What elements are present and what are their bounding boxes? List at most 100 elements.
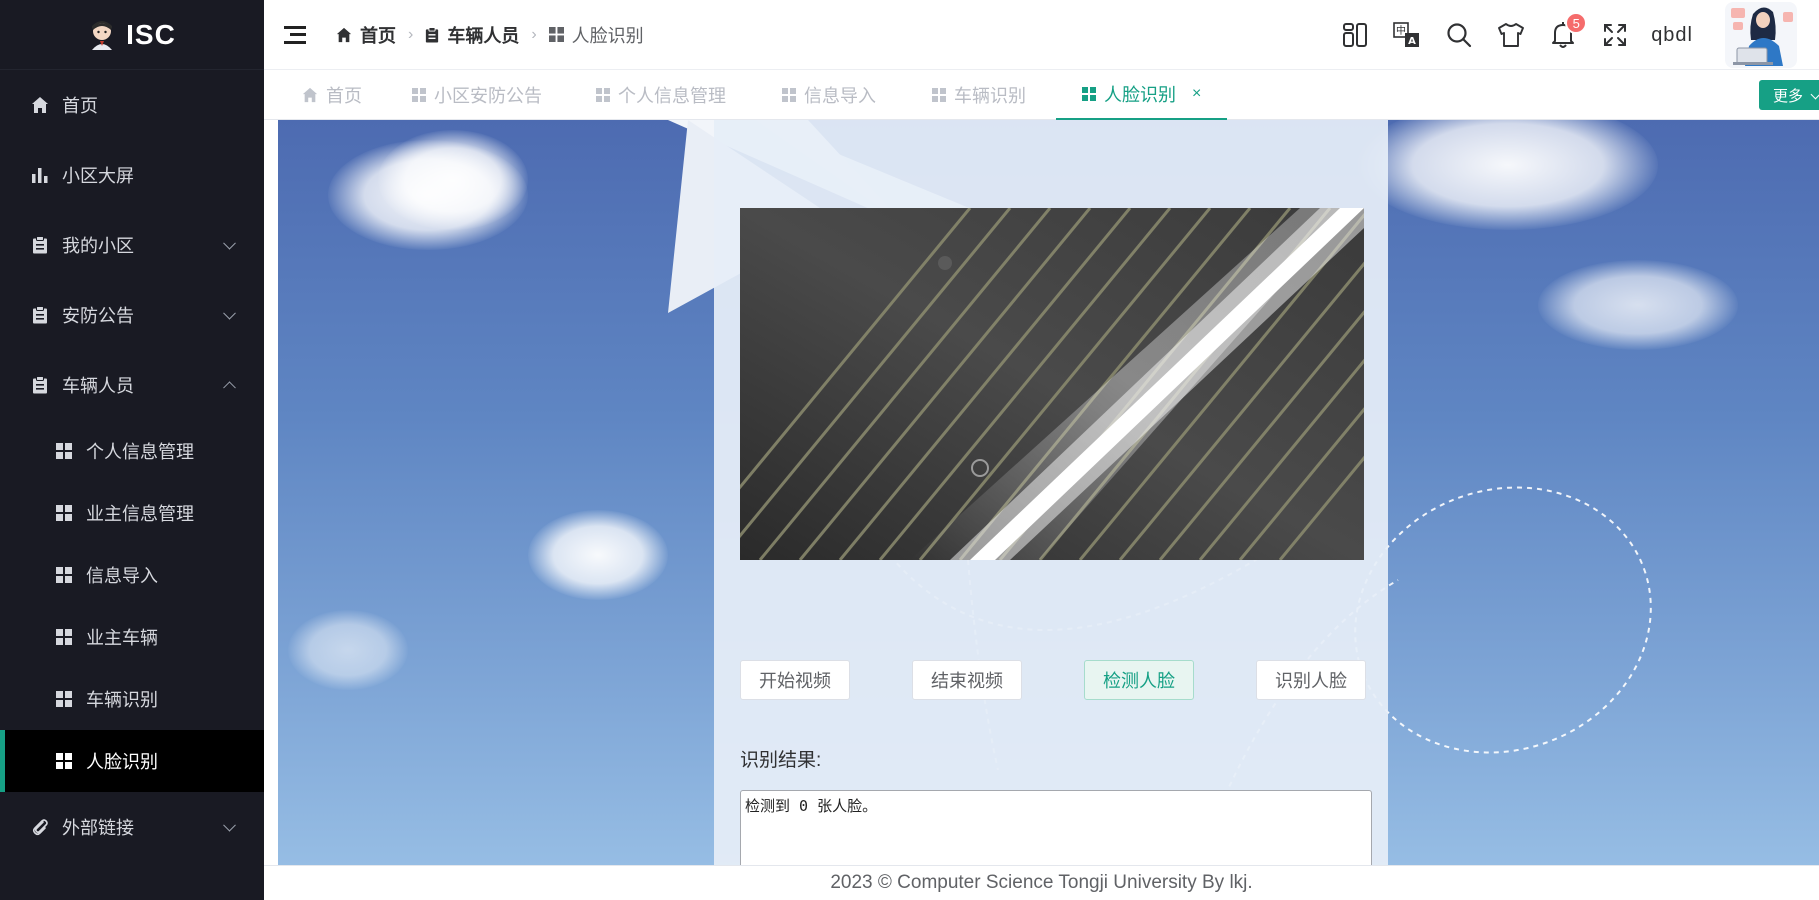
- language-icon[interactable]: 中A: [1381, 0, 1433, 70]
- sidebar-item-label: 首页: [62, 96, 98, 116]
- result-textarea[interactable]: 检测到 0 张人脸。: [740, 790, 1372, 865]
- camera-preview-image: [740, 208, 1364, 560]
- sidebar-item-dashboard[interactable]: 小区大屏: [0, 140, 264, 210]
- grid-icon: [782, 88, 796, 102]
- tab-label: 信息导入: [804, 86, 876, 106]
- grid-icon: [412, 88, 426, 102]
- recognize-face-button[interactable]: 识别人脸: [1256, 660, 1366, 700]
- sidebar-subitem-label: 个人信息管理: [86, 442, 194, 462]
- home-icon: [302, 87, 318, 103]
- tab-label: 个人信息管理: [618, 86, 726, 106]
- result-label: 识别结果:: [740, 750, 822, 771]
- sidebar-item-label: 外部链接: [62, 818, 134, 838]
- chevron-down-icon: [223, 818, 236, 832]
- sidebar-subitem-label: 人脸识别: [86, 752, 158, 772]
- clipboard-icon: [30, 305, 50, 325]
- top-header: 首页 › 车辆人员 › 人脸识别 中A 5 qbdl: [264, 0, 1819, 70]
- username[interactable]: qbdl: [1651, 24, 1693, 47]
- grid-icon: [56, 629, 72, 645]
- clipboard-icon: [30, 375, 50, 395]
- fullscreen-icon[interactable]: [1589, 0, 1641, 70]
- sidebar-item-my-community[interactable]: 我的小区: [0, 210, 264, 280]
- svg-text:A: A: [1408, 36, 1416, 47]
- clipboard-icon: [426, 26, 439, 42]
- sidebar-item-external-links[interactable]: 外部链接: [0, 792, 264, 862]
- sidebar-subitem-label: 业主车辆: [86, 628, 158, 648]
- main-content: 开始视频 结束视频 检测人脸 识别人脸 识别结果: 检测到 0 张人脸。: [278, 120, 1819, 865]
- tab-label: 小区安防公告: [434, 86, 542, 106]
- home-icon: [336, 27, 352, 42]
- tab-info-import[interactable]: 信息导入: [782, 70, 876, 120]
- tab-security-notice[interactable]: 小区安防公告: [412, 70, 542, 120]
- chevron-right-icon: ›: [408, 25, 414, 43]
- sidebar-subitem-label: 车辆识别: [86, 690, 158, 710]
- tab-label: 人脸识别: [1104, 85, 1176, 105]
- tab-personal-info[interactable]: 个人信息管理: [596, 70, 726, 120]
- bar-chart-icon: [30, 165, 50, 185]
- stop-video-button[interactable]: 结束视频: [912, 660, 1022, 700]
- chevron-right-icon: ›: [531, 25, 537, 43]
- logo-avatar-icon: [88, 20, 116, 50]
- sidebar-item-home[interactable]: 首页: [0, 70, 264, 140]
- cloud-decoration: [528, 510, 668, 600]
- menu-toggle-icon[interactable]: [284, 25, 306, 44]
- search-icon[interactable]: [1433, 0, 1485, 70]
- sidebar-item-vehicles-people[interactable]: 车辆人员: [0, 350, 264, 420]
- grid-icon: [56, 567, 72, 583]
- theme-shirt-icon[interactable]: [1485, 0, 1537, 70]
- chevron-down-icon: [223, 236, 236, 250]
- sidebar-subitem-info-import[interactable]: 信息导入: [0, 544, 264, 606]
- sidebar-subitem-owner-info[interactable]: 业主信息管理: [0, 482, 264, 544]
- sidebar-item-security-notice[interactable]: 安防公告: [0, 280, 264, 350]
- video-feed: [740, 208, 1364, 560]
- sidebar-subitem-owner-vehicles[interactable]: 业主车辆: [0, 606, 264, 668]
- user-avatar[interactable]: [1723, 0, 1799, 70]
- tab-vehicle-recognition[interactable]: 车辆识别: [932, 70, 1026, 120]
- logo-text: ISC: [126, 18, 176, 50]
- breadcrumb-item-home[interactable]: 首页: [336, 22, 396, 48]
- sidebar-item-label: 小区大屏: [62, 166, 134, 186]
- sidebar-subitem-face-recognition[interactable]: 人脸识别: [0, 730, 264, 792]
- home-icon: [30, 95, 50, 115]
- sidebar-subitem-personal-info[interactable]: 个人信息管理: [0, 420, 264, 482]
- notification-badge: 5: [1565, 12, 1588, 34]
- breadcrumb-item-vehicles-people[interactable]: 车辆人员: [425, 22, 519, 48]
- tab-home[interactable]: 首页: [302, 70, 362, 120]
- tabs-bar: 首页 小区安防公告 个人信息管理 信息导入 车辆识别 人脸识别 × 更多: [264, 70, 1819, 120]
- breadcrumb: 首页 › 车辆人员 › 人脸识别: [336, 22, 644, 48]
- grid-icon: [56, 691, 72, 707]
- tab-label: 首页: [326, 86, 362, 106]
- grid-icon: [56, 753, 72, 769]
- breadcrumb-item-face-recognition: 人脸识别: [548, 22, 644, 48]
- grid-icon: [1082, 87, 1096, 101]
- face-recognition-panel: 开始视频 结束视频 检测人脸 识别人脸 识别结果: 检测到 0 张人脸。: [714, 120, 1388, 865]
- grid-icon: [56, 443, 72, 459]
- logo[interactable]: ISC: [0, 0, 264, 70]
- grid-icon: [56, 505, 72, 521]
- paperclip-icon: [30, 817, 50, 837]
- breadcrumb-label: 首页: [360, 25, 396, 46]
- sidebar: ISC 首页 小区大屏 我的小区 安防公告 车辆人员 个人信息管理 业主信息管理…: [0, 0, 264, 900]
- start-video-button[interactable]: 开始视频: [740, 660, 850, 700]
- clipboard-icon: [30, 235, 50, 255]
- sidebar-subitem-vehicle-recognition[interactable]: 车辆识别: [0, 668, 264, 730]
- close-icon[interactable]: ×: [1192, 85, 1201, 103]
- sidebar-subitem-label: 业主信息管理: [86, 504, 194, 524]
- footer-copyright: 2023 © Computer Science Tongji Universit…: [264, 865, 1819, 900]
- tab-face-recognition[interactable]: 人脸识别 ×: [1056, 70, 1228, 120]
- detect-face-button[interactable]: 检测人脸: [1084, 660, 1194, 700]
- cloud-decoration: [288, 610, 408, 690]
- sidebar-item-label: 我的小区: [62, 236, 134, 256]
- svg-text:中: 中: [1396, 24, 1406, 37]
- header-actions: 中A 5 qbdl: [1329, 0, 1819, 70]
- grid-icon: [932, 88, 946, 102]
- cloud-decoration: [378, 130, 528, 230]
- breadcrumb-label: 车辆人员: [447, 25, 520, 46]
- tab-label: 车辆识别: [954, 86, 1026, 106]
- more-tabs-button[interactable]: 更多: [1758, 80, 1819, 110]
- grid-icon: [548, 27, 564, 42]
- chevron-up-icon: [223, 381, 236, 395]
- notification-bell-icon[interactable]: 5: [1537, 0, 1589, 70]
- chevron-down-icon: [223, 306, 236, 320]
- layout-icon[interactable]: [1329, 0, 1381, 70]
